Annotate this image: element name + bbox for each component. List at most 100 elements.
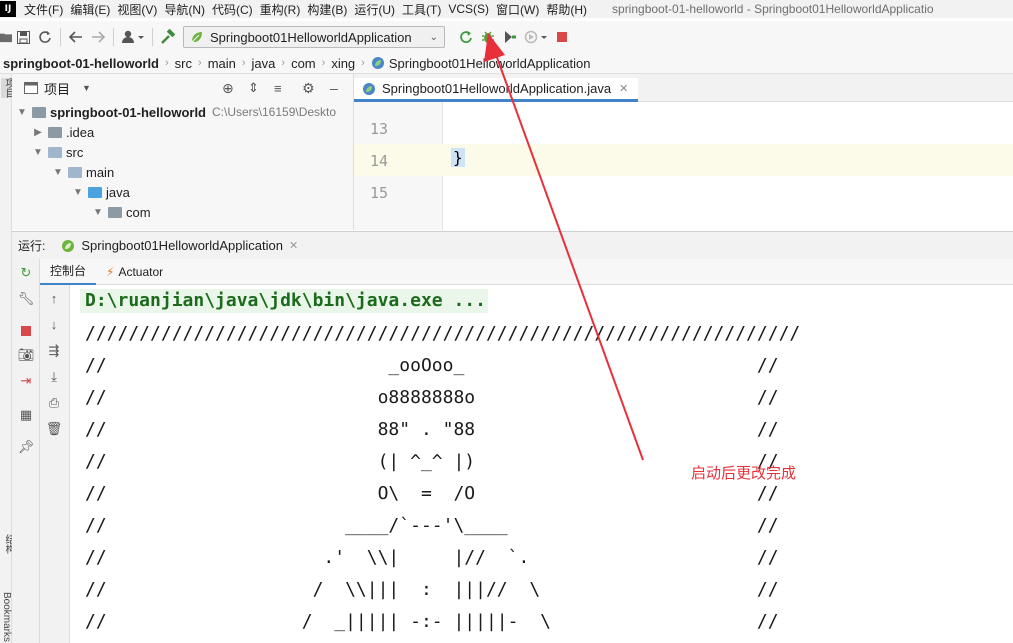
breadcrumb-xing[interactable]: xing: [331, 56, 355, 71]
breadcrumb-java[interactable]: java: [252, 56, 276, 71]
line-number: 13: [369, 120, 388, 138]
menu-build[interactable]: 构建(B): [307, 1, 354, 18]
menu-run[interactable]: 运行(U): [354, 1, 402, 18]
close-icon[interactable]: ✕: [619, 82, 628, 95]
project-panel-title[interactable]: 项目: [44, 79, 70, 98]
editor-tab-bar: Springboot01HelloworldApplication.java ✕: [353, 74, 1013, 102]
trash-icon[interactable]: 🗑︎: [40, 421, 68, 441]
chevron-right-icon: ›: [361, 57, 365, 69]
bookmarks-tool-window-button[interactable]: Bookmarks: [1, 592, 12, 642]
code-editor[interactable]: }: [443, 102, 1013, 230]
console-output[interactable]: D:\ruanjian\java\jdk\bin\java.exe ... //…: [70, 285, 1013, 643]
code-closing-brace: }: [451, 148, 465, 167]
wrench-icon[interactable]: 🔧︎: [12, 291, 40, 311]
run-configuration-label: Springboot01HelloworldApplication: [210, 29, 412, 45]
close-icon[interactable]: ✕: [289, 239, 298, 252]
chevron-down-icon: ⌄: [429, 31, 438, 43]
locate-icon[interactable]: ⊕: [222, 80, 234, 97]
forward-icon[interactable]: [87, 26, 109, 48]
save-all-icon[interactable]: [12, 26, 34, 48]
folder-icon: [48, 126, 62, 138]
menu-refactor[interactable]: 重构(R): [260, 1, 308, 18]
menu-window[interactable]: 窗口(W): [496, 1, 546, 18]
breadcrumb-class[interactable]: Springboot01HelloworldApplication: [389, 56, 591, 71]
chevron-right-icon: ›: [165, 57, 169, 69]
scroll-down-icon[interactable]: ↓: [40, 317, 68, 337]
menu-edit[interactable]: 编辑(E): [70, 1, 117, 18]
layout-icon[interactable]: ▦: [12, 407, 40, 427]
menu-navigate[interactable]: 导航(N): [164, 1, 212, 18]
print-icon[interactable]: ⎙: [40, 395, 68, 415]
chevron-right-icon: ›: [281, 57, 286, 69]
expand-arrow-icon[interactable]: ▼: [52, 167, 64, 178]
soft-wrap-icon[interactable]: ⇶: [40, 343, 68, 363]
profiler-icon[interactable]: [521, 26, 551, 48]
menu-file[interactable]: 文件(F): [24, 1, 70, 18]
build-hammer-icon[interactable]: [157, 26, 179, 48]
sync-icon[interactable]: [34, 26, 56, 48]
console-line: // / _||||| -:- |||||- \ //: [85, 611, 779, 632]
breadcrumb-src[interactable]: src: [175, 56, 192, 71]
spring-boot-icon: [363, 82, 375, 95]
stop-icon[interactable]: [12, 321, 40, 341]
console-line: // 88" . "88 //: [85, 419, 779, 440]
menu-view[interactable]: 视图(V): [117, 1, 164, 18]
expand-arrow-icon[interactable]: ▼: [72, 187, 84, 198]
rerun-icon[interactable]: [455, 26, 477, 48]
tree-item-java[interactable]: ▼ java: [72, 182, 130, 202]
exit-icon[interactable]: ⇥: [12, 373, 40, 393]
tree-item-idea[interactable]: ▶ .idea: [32, 122, 94, 142]
user-icon[interactable]: [118, 26, 148, 48]
project-panel-header: 项目 ▼ ⊕ ⇕ ≡ ⚙ –: [12, 74, 353, 102]
breadcrumb: springboot-01-helloworld › src › main › …: [0, 53, 1013, 74]
menu-code[interactable]: 代码(C): [212, 1, 260, 18]
breadcrumb-main[interactable]: main: [208, 56, 236, 71]
back-icon[interactable]: [65, 26, 87, 48]
breadcrumb-com[interactable]: com: [291, 56, 316, 71]
expand-arrow-icon[interactable]: ▼: [32, 147, 44, 158]
menu-help[interactable]: 帮助(H): [546, 1, 594, 18]
run-tab-label[interactable]: Springboot01HelloworldApplication: [81, 238, 283, 253]
tree-item-src[interactable]: ▼ src: [32, 142, 83, 162]
console-toolbar: ↑ ↓ ⇶ ⤓ ⎙ 🗑︎: [40, 285, 70, 643]
hide-panel-icon[interactable]: –: [330, 80, 338, 96]
expand-options-icon[interactable]: ≡: [274, 81, 282, 96]
collapse-all-icon[interactable]: ⇕: [248, 80, 259, 96]
project-tree: ▼ springboot-01-helloworld C:\Users\1615…: [12, 102, 353, 230]
tab-actuator[interactable]: ⚡︎ Actuator: [96, 259, 173, 285]
spring-boot-icon: [371, 57, 384, 69]
spring-boot-icon: [62, 239, 75, 252]
run-subtab-bar: 控制台 ⚡︎ Actuator: [40, 259, 1013, 285]
scroll-to-end-icon[interactable]: ⤓: [40, 369, 68, 389]
tree-item-main[interactable]: ▼ main: [52, 162, 114, 182]
debug-bug-icon[interactable]: [477, 26, 499, 48]
editor-tab-label: Springboot01HelloworldApplication.java: [382, 81, 612, 96]
expand-arrow-icon[interactable]: ▼: [92, 207, 104, 218]
intellij-logo-icon: IJ: [0, 1, 16, 17]
console-line: // O\ = /O //: [85, 483, 779, 504]
menu-tools[interactable]: 工具(T): [402, 1, 448, 18]
editor-gutter: 13 14 15: [353, 102, 444, 230]
annotation-text: 启动后更改完成: [691, 465, 797, 482]
console-line: ////////////////////////////////////////…: [85, 323, 801, 344]
chevron-down-icon[interactable]: ▼: [82, 83, 91, 93]
tab-console[interactable]: 控制台: [40, 259, 97, 285]
rerun-icon[interactable]: ↻: [12, 265, 40, 285]
editor-tab-active[interactable]: Springboot01HelloworldApplication.java ✕: [354, 78, 639, 102]
tree-item-com[interactable]: ▼ com: [92, 202, 151, 222]
tree-item-project-root[interactable]: ▼ springboot-01-helloworld C:\Users\1615…: [16, 102, 336, 122]
camera-icon[interactable]: 📷︎: [12, 347, 40, 367]
expand-arrow-icon[interactable]: ▶: [32, 127, 44, 138]
spring-boot-icon: [191, 32, 202, 43]
expand-arrow-icon[interactable]: ▼: [16, 107, 28, 118]
tree-item-label: main: [86, 164, 115, 180]
settings-gear-icon[interactable]: ⚙: [302, 80, 315, 97]
scroll-up-icon[interactable]: ↑: [40, 291, 68, 311]
coverage-icon[interactable]: [499, 26, 521, 48]
pin-icon[interactable]: 📌︎: [12, 439, 40, 459]
breadcrumb-project[interactable]: springboot-01-helloworld: [3, 56, 159, 71]
stop-icon[interactable]: [551, 26, 573, 48]
menu-vcs[interactable]: VCS(S): [448, 2, 496, 16]
open-folder-icon[interactable]: [0, 26, 12, 48]
run-configuration-dropdown[interactable]: Springboot01HelloworldApplication ⌄: [183, 26, 445, 48]
